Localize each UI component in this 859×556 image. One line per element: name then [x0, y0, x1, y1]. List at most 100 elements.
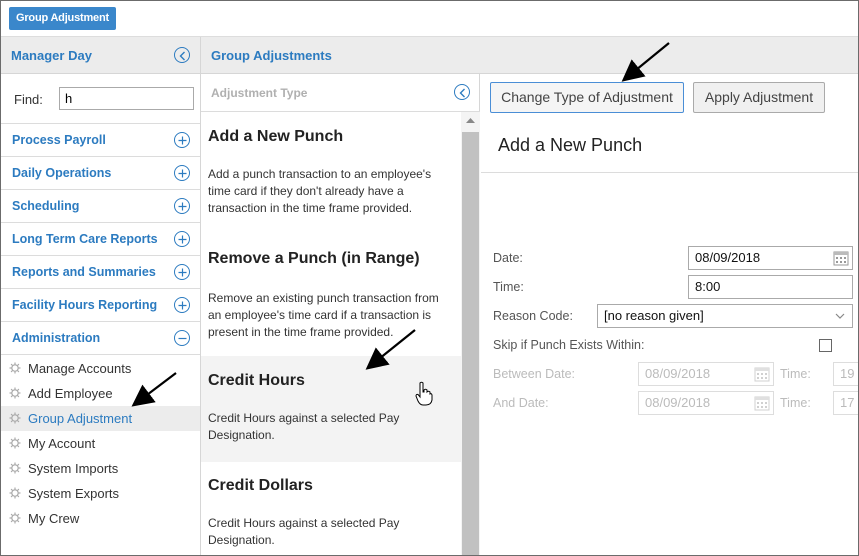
gear-icon — [9, 437, 21, 449]
tab-group-adjustment[interactable]: Group Adjustment — [9, 7, 116, 30]
sidebar-item-label: Daily Operations — [12, 166, 112, 180]
sidebar-subitem-label: Group Adjustment — [28, 411, 133, 426]
adjustment-option-desc: Add a punch transaction to an employee's… — [208, 167, 432, 215]
sidebar-subitem-label: My Crew — [28, 511, 80, 526]
skip-checkbox[interactable] — [819, 339, 832, 352]
plus-circle-icon[interactable] — [174, 198, 190, 214]
sidebar-item-label: Process Payroll — [12, 133, 106, 147]
sidebar-item-facility-hours-reporting[interactable]: Facility Hours Reporting — [1, 289, 200, 322]
form-title: Add a New Punch — [498, 135, 643, 155]
date-value: 08/09/2018 — [695, 250, 761, 265]
adjustment-option-add-punch[interactable]: Add a New Punch Add a punch transaction … — [201, 112, 461, 232]
adjustment-type-list: Add a New Punch Add a punch transaction … — [201, 112, 461, 555]
gear-icon — [9, 362, 21, 374]
sidebar-item-daily-operations[interactable]: Daily Operations — [1, 157, 200, 190]
calendar-icon[interactable] — [754, 366, 770, 382]
sidebar-item-scheduling[interactable]: Scheduling — [1, 190, 200, 223]
sidebar-item-label: Long Term Care Reports — [12, 232, 158, 246]
sidebar-item-label: Scheduling — [12, 199, 80, 213]
top-bar: Group Adjustment — [1, 1, 858, 37]
sidebar-item-process-payroll[interactable]: Process Payroll — [1, 124, 200, 157]
plus-circle-icon[interactable] — [174, 297, 190, 313]
and-time-label: Time: — [780, 396, 811, 410]
adjustment-option-name: Remove a Punch (in Range) — [208, 250, 420, 267]
adjustment-type-header: Adjustment Type — [201, 74, 480, 112]
between-date-field[interactable]: 08/09/2018 — [638, 362, 774, 386]
calendar-icon[interactable] — [754, 395, 770, 411]
sidebar-subitem-manage-accounts[interactable]: Manage Accounts — [1, 356, 200, 381]
between-time-field[interactable]: 19 — [833, 362, 858, 386]
header-bar: Manager Day Group Adjustments — [1, 37, 858, 74]
scroll-up-icon[interactable] — [461, 112, 480, 130]
sidebar-item-reports-and-summaries[interactable]: Reports and Summaries — [1, 256, 200, 289]
change-type-button[interactable]: Change Type of Adjustment — [490, 82, 684, 113]
and-date-field[interactable]: 08/09/2018 — [638, 391, 774, 415]
minus-circle-icon[interactable] — [174, 330, 190, 346]
time-label: Time: — [493, 280, 524, 294]
sidebar-subitem-label: Manage Accounts — [28, 361, 132, 376]
between-date-label: Between Date: — [493, 367, 575, 381]
adjustment-type-title: Adjustment Type — [211, 86, 308, 100]
apply-adjustment-button[interactable]: Apply Adjustment — [693, 82, 825, 113]
plus-circle-icon[interactable] — [174, 231, 190, 247]
app-window: Group Adjustment Manager Day Group Adjus… — [0, 0, 859, 556]
adjustment-option-name: Credit Dollars — [208, 477, 313, 494]
adjustment-option-name: Add a New Punch — [208, 128, 344, 145]
collapse-left-icon[interactable] — [174, 47, 190, 63]
adjustment-option-desc: Credit Hours against a selected Pay Desi… — [208, 411, 400, 442]
gear-icon — [9, 487, 21, 499]
gear-icon — [9, 412, 21, 424]
sidebar-item-label: Facility Hours Reporting — [12, 298, 158, 312]
time-field[interactable]: 8:00 — [688, 275, 853, 299]
hand-cursor-icon — [415, 381, 433, 406]
sidebar-subitem-label: My Account — [28, 436, 96, 451]
and-time-value: 17 — [840, 395, 855, 410]
find-row: Find: — [1, 74, 200, 124]
and-time-field[interactable]: 17 — [833, 391, 858, 415]
between-time-value: 19 — [840, 366, 855, 381]
sidebar-item-label: Reports and Summaries — [12, 265, 156, 279]
chevron-down-icon — [835, 313, 845, 319]
adjustment-type-panel: Adjustment Type Add a New Punch Add a pu… — [201, 74, 480, 555]
scrollbar[interactable] — [461, 112, 480, 555]
header-divider — [200, 37, 201, 75]
plus-circle-icon[interactable] — [174, 264, 190, 280]
date-field[interactable]: 08/09/2018 — [688, 246, 853, 270]
reason-code-value: [no reason given] — [604, 308, 704, 323]
adjustment-option-name: Credit Hours — [208, 372, 305, 389]
collapse-panel-icon[interactable] — [454, 84, 470, 100]
adjustment-option-desc: Credit Hours against a selected Pay Desi… — [208, 516, 400, 547]
plus-circle-icon[interactable] — [174, 132, 190, 148]
sidebar-subitem-label: System Imports — [28, 461, 119, 476]
sidebar: Find: Process Payroll Daily Operations S… — [1, 74, 201, 555]
sidebar-subitem-my-account[interactable]: My Account — [1, 431, 200, 456]
gear-icon — [9, 512, 21, 524]
and-date-value: 08/09/2018 — [645, 395, 711, 410]
sidebar-subitem-system-exports[interactable]: System Exports — [1, 481, 200, 506]
sidebar-item-administration[interactable]: Administration — [1, 322, 200, 355]
adjustment-option-credit-hours[interactable]: Credit Hours Credit Hours against a sele… — [201, 356, 461, 462]
gear-icon — [9, 462, 21, 474]
reason-code-label: Reason Code: — [493, 309, 573, 323]
sidebar-subitem-system-imports[interactable]: System Imports — [1, 456, 200, 481]
gear-icon — [9, 387, 21, 399]
skip-label: Skip if Punch Exists Within: — [493, 338, 645, 352]
sidebar-subitem-label: Add Employee — [28, 386, 113, 401]
sidebar-subitem-add-employee[interactable]: Add Employee — [1, 381, 200, 406]
sidebar-item-label: Administration — [12, 331, 101, 345]
find-input[interactable] — [59, 87, 194, 110]
scrollbar-thumb[interactable] — [462, 132, 479, 555]
calendar-icon[interactable] — [833, 250, 849, 266]
adjustment-option-credit-dollars[interactable]: Credit Dollars Credit Hours against a se… — [201, 462, 461, 555]
and-date-label: And Date: — [493, 396, 549, 410]
find-label: Find: — [14, 92, 43, 107]
between-date-value: 08/09/2018 — [645, 366, 711, 381]
sidebar-subitem-my-crew[interactable]: My Crew — [1, 506, 200, 531]
sidebar-subitem-group-adjustment[interactable]: Group Adjustment — [1, 406, 200, 431]
sidebar-title: Manager Day — [11, 48, 92, 63]
sidebar-item-long-term-care-reports[interactable]: Long Term Care Reports — [1, 223, 200, 256]
reason-code-select[interactable]: [no reason given] — [597, 304, 853, 328]
adjustment-option-remove-punch[interactable]: Remove a Punch (in Range) Remove an exis… — [201, 232, 461, 356]
plus-circle-icon[interactable] — [174, 165, 190, 181]
between-time-label: Time: — [780, 367, 811, 381]
